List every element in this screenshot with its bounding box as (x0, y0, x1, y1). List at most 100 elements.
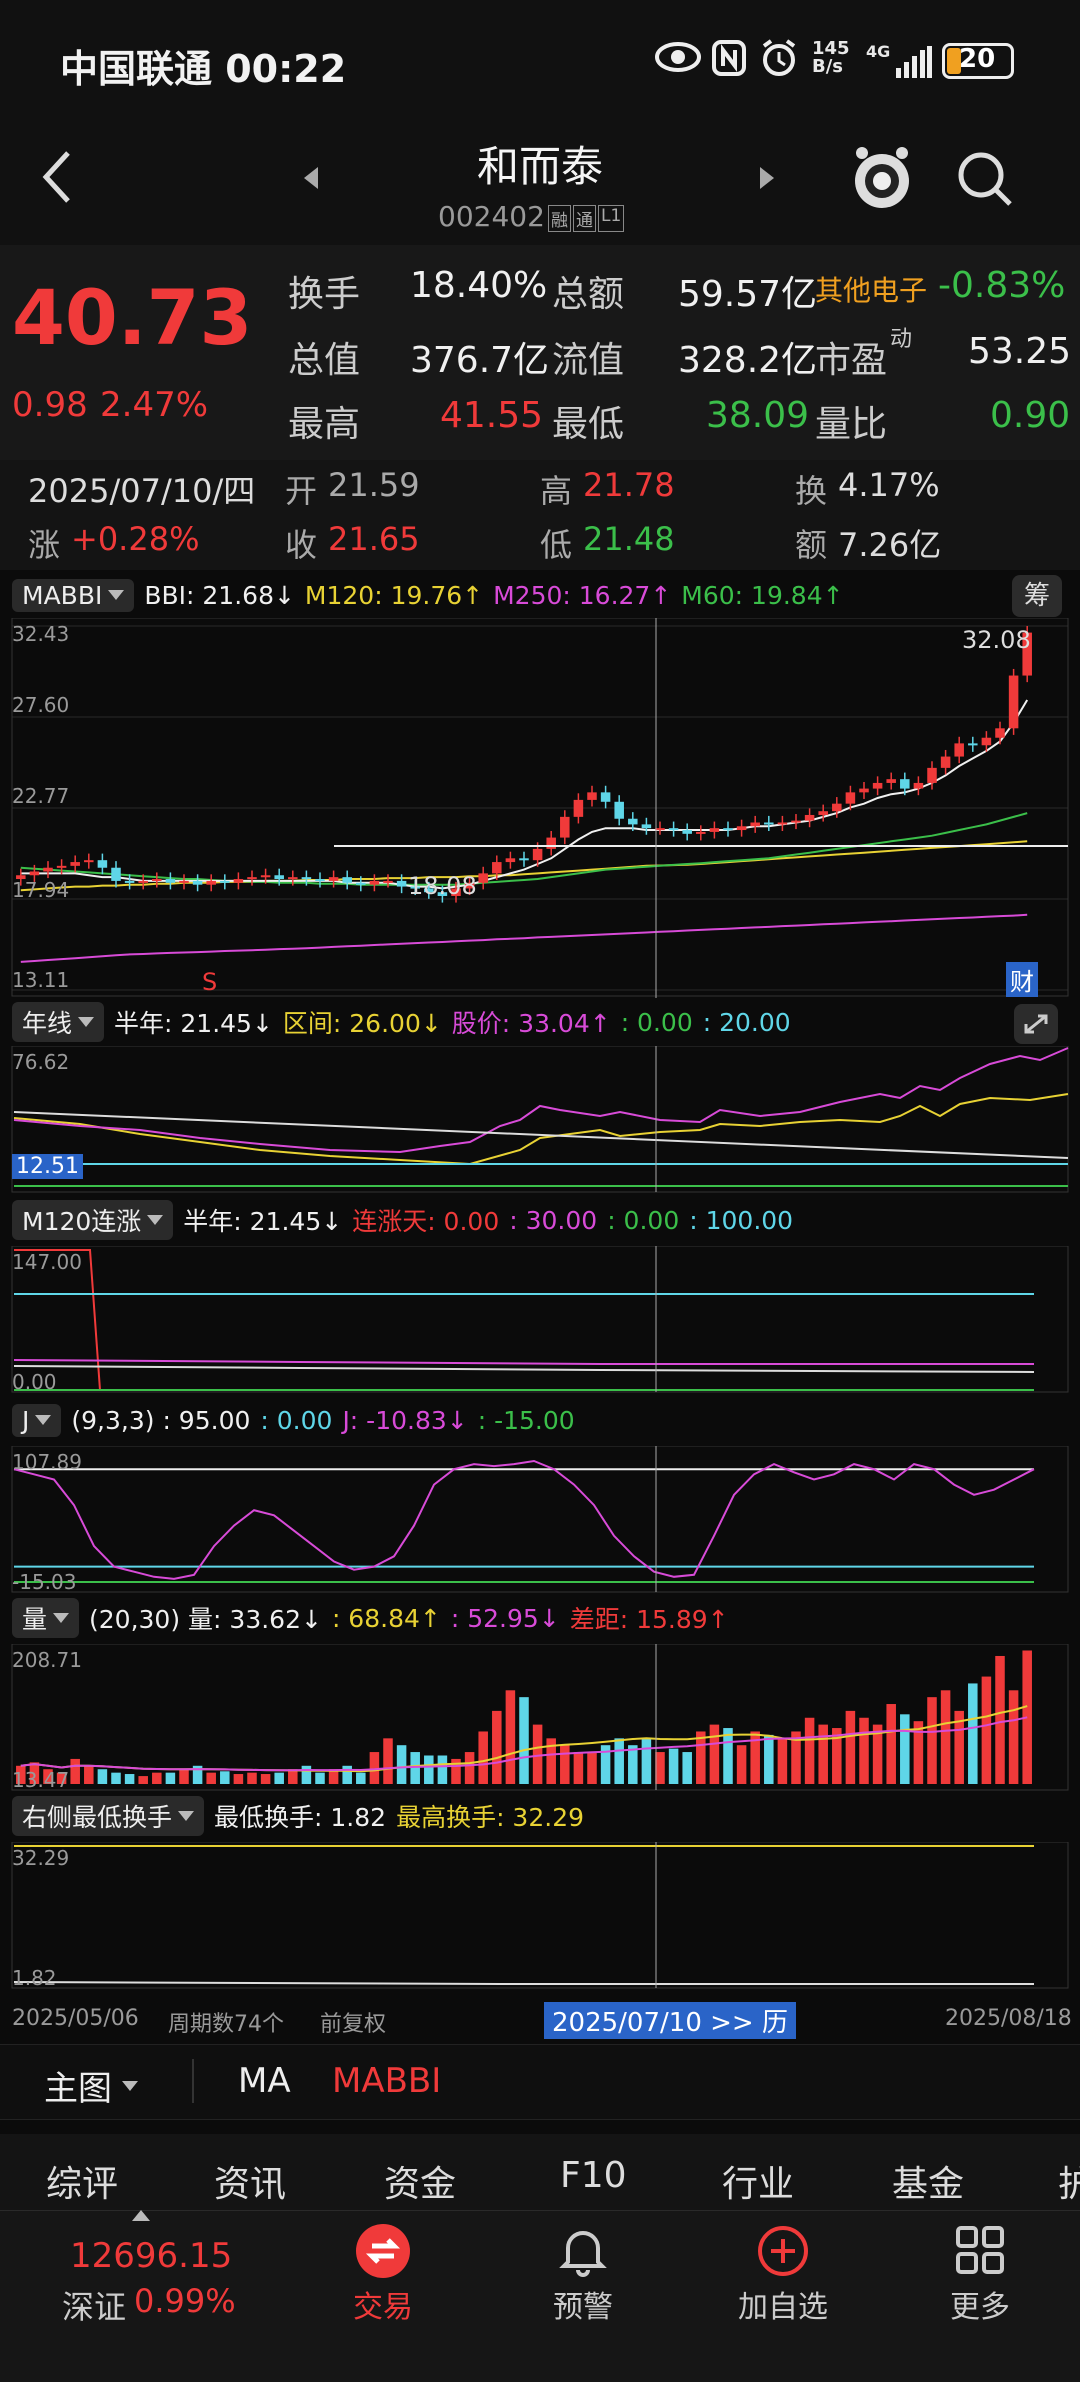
main-indicator-select[interactable]: MABBI (12, 578, 135, 612)
label-pe: 市盈 (815, 340, 888, 381)
panel3-chart (11, 1246, 1069, 1393)
candlestick-chart[interactable] (0, 618, 1080, 998)
panel2-chart (11, 1046, 1069, 1193)
kline-open-label: 开 (285, 472, 318, 510)
panel2-select[interactable]: 年线 (12, 1002, 105, 1042)
kline-info-panel: 2025/07/10/四 开 21.59 高 21.78 换 4.17% 涨 +… (0, 460, 1080, 570)
tab-industry[interactable]: 行业 (722, 2155, 794, 2207)
panel6-select[interactable]: 右侧最低换手 (12, 1796, 205, 1836)
panel5-ma20: : 68.84↑ (331, 1603, 441, 1633)
chip-button[interactable]: 筹 (1012, 575, 1062, 617)
tab-more[interactable]: 护 (1058, 2155, 1080, 2207)
eye-icon (655, 40, 701, 74)
nav-trade[interactable]: 交易 (308, 2282, 458, 2326)
volume-bar (152, 1772, 162, 1784)
panel2-range: 区间: 26.00↓ (282, 1009, 442, 1038)
label-pe-sup: 动 (890, 327, 913, 352)
value-float-value: 328.2亿 (678, 340, 818, 381)
net-speed: 145 B/s (812, 38, 850, 77)
label-high: 最高 (288, 404, 361, 445)
expand-icon[interactable] (1014, 1004, 1058, 1044)
volume-bar (396, 1745, 407, 1784)
prev-stock-icon[interactable] (300, 163, 320, 193)
history-link[interactable]: 2025/07/10 >> 历 (544, 2002, 796, 2039)
main-indicator-bar: MABBI BBI: 21.68↓ M120: 19.76↑ M250: 16.… (0, 573, 1080, 617)
mabbi-button[interactable]: MABBI (332, 2061, 441, 2101)
candle-body (954, 743, 964, 757)
panel5-select[interactable]: 量 (12, 1598, 80, 1638)
panel3-rise-days: 连涨天: 0.00 (352, 1207, 500, 1236)
volume-bar (628, 1745, 638, 1784)
tag-l1: L1 (598, 205, 625, 232)
y-label-0: 32.43 (12, 622, 70, 646)
candle-body (356, 882, 366, 885)
tab-fund[interactable]: 基金 (892, 2155, 964, 2207)
candle-body (29, 871, 40, 876)
panel6-min: 最低换手: 1.82 (214, 1803, 387, 1832)
volume-bar (764, 1734, 774, 1784)
nav-more[interactable]: 更多 (905, 2282, 1055, 2326)
candle-body (927, 767, 937, 783)
ma-button[interactable]: MA (238, 2061, 291, 2101)
volume-bar (968, 1683, 978, 1784)
kline-change-label: 涨 (28, 526, 61, 564)
candle-body (532, 848, 543, 861)
tab-f10[interactable]: F10 (560, 2155, 627, 2196)
label-turnover: 换手 (288, 274, 361, 315)
tab-news[interactable]: 资讯 (214, 2155, 286, 2207)
volume-bar (179, 1769, 189, 1784)
bell-icon[interactable] (556, 2222, 610, 2278)
panel3-bar: M120连涨 半年: 21.45↓ 连涨天: 0.00 : 30.00 : 0.… (0, 1198, 1080, 1242)
tab-overview[interactable]: 综评 (46, 2155, 118, 2207)
panel5-gap: 差距: 15.89↑ (569, 1605, 729, 1634)
stock-name: 和而泰 (476, 142, 603, 191)
volume-bar (301, 1765, 312, 1784)
kline-low-label: 低 (540, 526, 573, 564)
finance-marker[interactable]: 财 (1006, 962, 1038, 997)
panel3-select[interactable]: M120连涨 (12, 1200, 174, 1240)
candle-body (152, 879, 162, 882)
grid-menu-icon[interactable] (954, 2224, 1006, 2276)
back-icon[interactable] (38, 147, 78, 207)
volume-bar (696, 1731, 706, 1784)
candle-body (981, 737, 992, 746)
volume-bar (927, 1697, 937, 1784)
candle-body (138, 880, 148, 883)
last-price: 40.73 (12, 273, 253, 362)
panel5-ma30: : 52.95↓ (450, 1603, 560, 1633)
panel2-ytop: 76.62 (12, 1050, 70, 1074)
sell-signal[interactable]: S (202, 968, 217, 996)
status-bar: 中国联通 00:22 145 B/s 4G 20 (0, 0, 1080, 125)
stock-tags: 融 通 L1 (548, 205, 625, 232)
index-value[interactable]: 12696.15 (70, 2236, 232, 2276)
value-high: 41.55 (440, 395, 544, 436)
volume-bar (573, 1752, 584, 1784)
panel2-ybot: 12.51 (12, 1154, 83, 1179)
panel5-ytop: 208.71 (12, 1648, 82, 1672)
axis-adjust[interactable]: 前复权 (320, 2006, 386, 2038)
tab-funds[interactable]: 资金 (384, 2155, 456, 2207)
candle-body (995, 728, 1005, 738)
panel4-ybot: -15.03 (12, 1570, 77, 1594)
candle-body (696, 831, 706, 834)
volume-bar (886, 1704, 896, 1784)
volume-bar (220, 1771, 230, 1784)
nav-add-favorite[interactable]: 加自选 (708, 2282, 858, 2326)
candle-body (192, 880, 203, 885)
panel4-select[interactable]: J (12, 1403, 62, 1437)
mascot-icon[interactable] (850, 143, 914, 215)
search-icon[interactable] (955, 149, 1015, 209)
chevron-down-icon (53, 1613, 70, 1623)
volume-bar (818, 1724, 828, 1784)
chevron-down-icon (78, 1017, 95, 1027)
bbi-value: BBI: 21.68↓ (144, 580, 295, 610)
sector-name[interactable]: 其他电子 (815, 269, 927, 309)
trade-icon[interactable] (356, 2224, 410, 2278)
add-favorite-icon[interactable] (756, 2224, 810, 2278)
panel3-ybot: 0.00 (12, 1370, 57, 1394)
next-stock-icon[interactable] (758, 163, 778, 193)
y-label-4: 13.11 (12, 968, 70, 992)
kline-open: 21.59 (328, 466, 420, 504)
main-chart-select[interactable]: 主图 (44, 2061, 138, 2110)
nav-alert[interactable]: 预警 (508, 2282, 658, 2326)
